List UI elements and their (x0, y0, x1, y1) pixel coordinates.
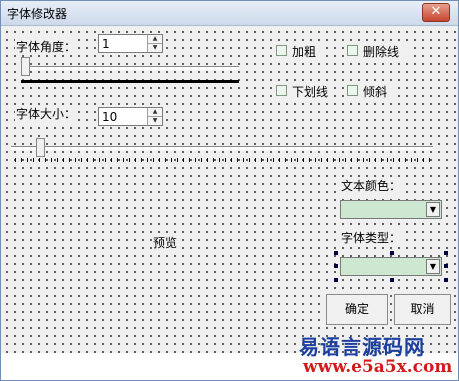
title-bar[interactable]: 字体修改器 ✕ (1, 1, 458, 26)
angle-slider-track[interactable] (21, 66, 239, 70)
angle-label: 字体角度： (15, 38, 78, 55)
editor-window: 字体修改器 ✕ 字体角度： 1 ▲ ▼ 加粗 删除线 下划线 倾斜 字体大小： … (0, 0, 459, 381)
italic-checkbox[interactable]: 倾斜 (347, 83, 395, 99)
angle-increment-button[interactable]: ▲ (148, 35, 162, 44)
ok-button[interactable]: 确定 (326, 294, 388, 325)
selection-handle[interactable] (444, 251, 448, 255)
strikethrough-checkbox-box[interactable] (347, 45, 358, 56)
font-type-combo[interactable]: ▼ (340, 257, 442, 276)
angle-decrement-button[interactable]: ▼ (148, 44, 162, 52)
underline-checkbox[interactable]: 下划线 (276, 83, 334, 99)
bold-checkbox-box[interactable] (276, 45, 287, 56)
angle-spinbox[interactable]: 1 ▲ ▼ (98, 34, 163, 53)
font-type-label: 字体类型： (340, 229, 403, 246)
bold-checkbox[interactable]: 加粗 (276, 43, 326, 59)
size-label: 字体大小： (15, 105, 78, 122)
underline-checkbox-box[interactable] (276, 85, 287, 96)
italic-checkbox-label: 倾斜 (363, 85, 388, 99)
underline-checkbox-label: 下划线 (292, 85, 329, 99)
strikethrough-checkbox-label: 删除线 (363, 45, 400, 59)
angle-slider-thumb[interactable] (21, 57, 30, 76)
bold-checkbox-label: 加粗 (292, 45, 317, 59)
size-value[interactable]: 10 (102, 110, 117, 124)
size-decrement-button[interactable]: ▼ (148, 117, 162, 125)
text-color-dropdown-arrow[interactable]: ▼ (426, 202, 440, 217)
watermark-brand: 易语言源码网 (299, 335, 425, 359)
selection-handle[interactable] (334, 251, 338, 255)
size-slider-ticks (15, 158, 433, 162)
cancel-button[interactable]: 取消 (394, 294, 451, 325)
close-icon: ✕ (430, 4, 442, 19)
angle-value[interactable]: 1 (102, 37, 110, 51)
selection-handle[interactable] (334, 264, 338, 268)
size-increment-button[interactable]: ▲ (148, 108, 162, 117)
selection-handle[interactable] (390, 251, 394, 255)
angle-slider-baseline (21, 80, 239, 83)
angle-spin-buttons: ▲ ▼ (147, 35, 162, 52)
size-slider-thumb[interactable] (35, 138, 45, 157)
window-title: 字体修改器 (7, 7, 68, 21)
italic-checkbox-box[interactable] (347, 85, 358, 96)
text-color-label: 文本颜色： (340, 177, 403, 194)
font-type-dropdown-arrow[interactable]: ▼ (426, 259, 440, 274)
size-spin-buttons: ▲ ▼ (147, 108, 162, 125)
selection-handle[interactable] (444, 264, 448, 268)
strikethrough-checkbox[interactable]: 删除线 (347, 43, 411, 59)
size-spinbox[interactable]: 10 ▲ ▼ (98, 107, 163, 126)
watermark-url: www.e5a5x.com (303, 357, 453, 377)
preview-text: 预览 (153, 234, 178, 251)
text-color-combo[interactable]: ▼ (340, 200, 442, 219)
close-button[interactable]: ✕ (422, 3, 450, 22)
size-slider-track[interactable] (11, 146, 433, 150)
selection-handle[interactable] (390, 278, 394, 282)
selection-handle[interactable] (334, 278, 338, 282)
selection-handle[interactable] (444, 278, 448, 282)
